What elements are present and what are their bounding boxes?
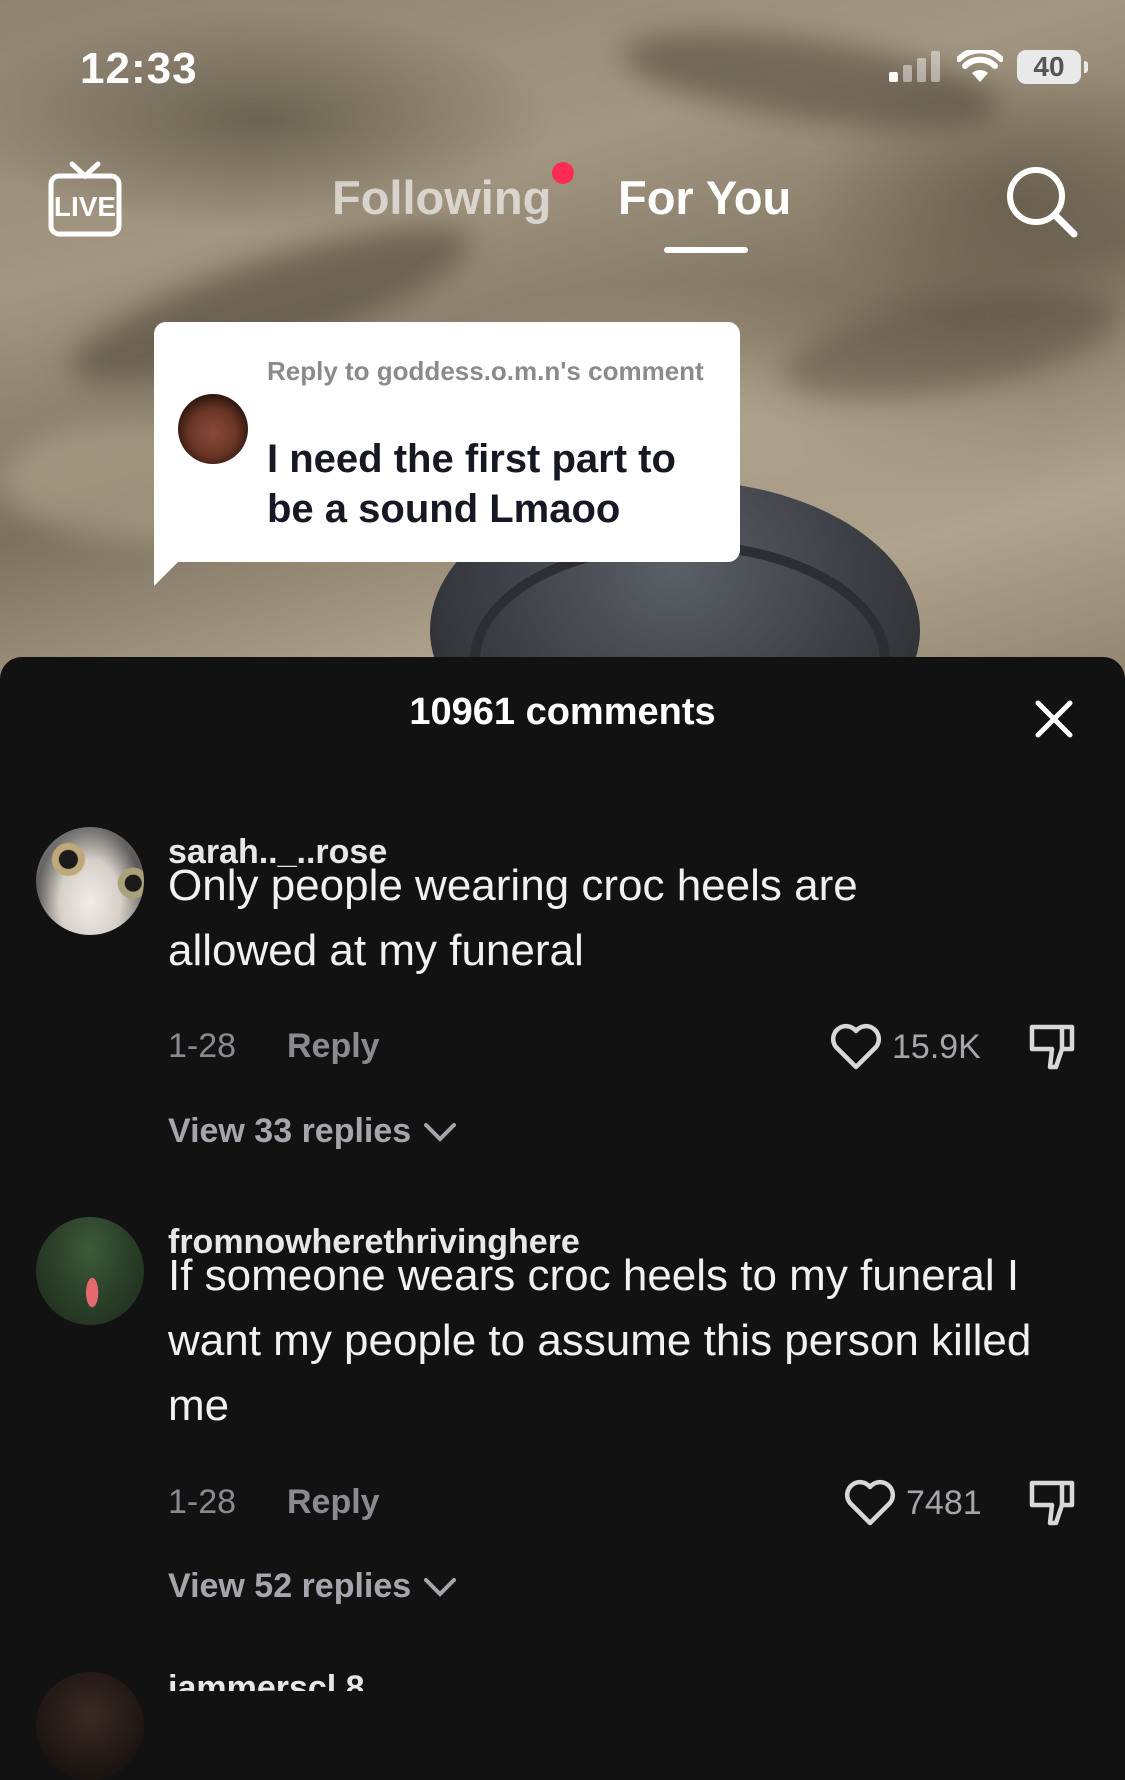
active-tab-indicator bbox=[664, 247, 748, 253]
like-button[interactable]: 15.9K bbox=[830, 1023, 981, 1071]
comments-count-title: 10961 comments bbox=[409, 691, 716, 733]
search-icon[interactable] bbox=[1004, 164, 1078, 238]
heart-icon bbox=[844, 1479, 896, 1526]
following-notification-dot bbox=[552, 162, 574, 184]
heart-icon bbox=[830, 1023, 882, 1070]
avatar bbox=[178, 394, 248, 464]
like-button[interactable]: 7481 bbox=[844, 1479, 982, 1527]
comment-date: 1-28 bbox=[168, 1027, 237, 1065]
reply-button[interactable]: Reply bbox=[287, 1027, 380, 1066]
reply-button[interactable]: Reply bbox=[287, 1483, 380, 1522]
reply-to-comment-card[interactable]: Reply to goddess.o.m.n's comment I need … bbox=[154, 322, 740, 562]
comment-text: If someone wears croc heels to my funera… bbox=[168, 1251, 1032, 1430]
like-count: 15.9K bbox=[892, 1027, 981, 1066]
status-time: 12:33 bbox=[80, 44, 198, 93]
reply-card-meta: Reply to goddess.o.m.n's comment bbox=[267, 356, 704, 386]
close-icon[interactable] bbox=[1030, 695, 1078, 743]
dislike-icon[interactable] bbox=[1026, 1021, 1078, 1073]
tab-for-you[interactable]: For You bbox=[618, 170, 791, 225]
view-replies-label: View 33 replies bbox=[168, 1112, 412, 1150]
view-replies-button[interactable]: View 52 replies bbox=[168, 1567, 457, 1606]
tab-following[interactable]: Following bbox=[332, 170, 551, 225]
wifi-icon bbox=[957, 50, 1003, 82]
comment-username[interactable]: jammerscl 8 bbox=[168, 1669, 365, 1691]
status-icons: 40 bbox=[887, 50, 1088, 84]
battery-indicator: 40 bbox=[1017, 50, 1088, 84]
reply-card-text: I need the first part to be a sound Lmao… bbox=[267, 437, 676, 531]
dislike-icon[interactable] bbox=[1026, 1477, 1078, 1529]
chevron-down-icon bbox=[424, 1577, 457, 1597]
view-replies-label: View 52 replies bbox=[168, 1567, 412, 1605]
like-count: 7481 bbox=[906, 1483, 982, 1522]
signal-icon bbox=[889, 51, 940, 82]
avatar[interactable] bbox=[36, 1217, 144, 1325]
chevron-down-icon bbox=[424, 1122, 457, 1142]
view-replies-button[interactable]: View 33 replies bbox=[168, 1112, 457, 1151]
avatar[interactable] bbox=[36, 1672, 144, 1780]
svg-text:LIVE: LIVE bbox=[54, 191, 116, 222]
comments-sheet: 10961 comments sarah.._..rose Only peopl… bbox=[0, 657, 1125, 1780]
comment-date: 1-28 bbox=[168, 1483, 237, 1521]
comment-text: Only people wearing croc heels are allow… bbox=[168, 861, 858, 975]
avatar[interactable] bbox=[36, 827, 144, 935]
live-tv-icon[interactable]: LIVE bbox=[48, 160, 122, 240]
